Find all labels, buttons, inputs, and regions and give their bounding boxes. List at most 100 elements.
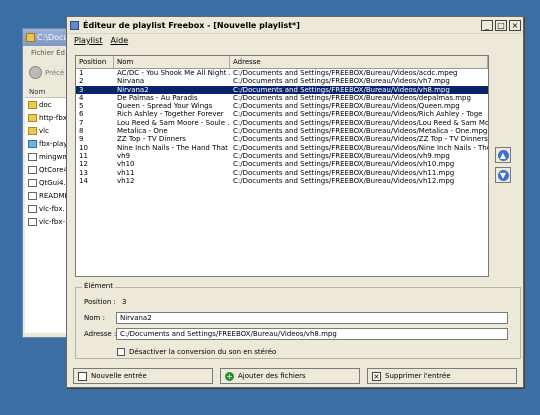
stereo-checkbox-label: Désactiver la conversion du son en stéré… [129,348,277,356]
menu-playlist[interactable]: Playlist [74,36,102,48]
cell-position: 12 [79,160,88,169]
table-row[interactable]: 7 Lou Reed & Sam Moore - Soule ... C:/Docu… [76,119,488,127]
explorer-item-name: http-fbx [39,113,67,122]
close-button[interactable]: × [509,19,521,31]
add-files-button[interactable]: + Ajouter des fichiers [220,368,360,384]
move-up-button[interactable]: ▲ [495,147,511,163]
delete-entry-button[interactable]: × Supprimer l'entrée [367,368,517,384]
cell-name: vh12 [117,176,135,185]
folder-icon [26,33,35,42]
explorer-item-name: vlc-fbx- [39,217,66,226]
col-adresse[interactable]: Adresse [230,56,488,68]
name-label: Nom : [84,314,105,322]
explorer-item-name: mingwm [39,152,70,161]
cell-address: C:/Documents and Settings/FREEBOX/Bureau… [233,135,488,144]
cell-address: C:/Documents and Settings/FREEBOX/Bureau… [233,176,455,185]
explorer-menu-file[interactable]: Fichier [31,49,54,57]
element-legend: Élément [82,282,115,290]
element-groupbox: Élément Position : 3 Nom : Nirvana2 Adre… [75,282,521,359]
new-entry-label: Nouvelle entrée [91,372,147,380]
table-row[interactable]: 8 Metalica - One C:/Documents and Settings… [76,127,488,135]
stereo-checkbox[interactable]: Désactiver la conversion du son en stéré… [117,348,276,356]
cell-position: 11 [79,151,88,160]
cell-address: C:/Documents and Settings/FREEBOX/Bureau… [233,168,455,177]
cell-name: Lou Reed & Sam Moore - Soule ... [117,118,230,127]
col-position[interactable]: Position [76,56,114,68]
cell-position: 1 [79,69,84,77]
new-entry-button[interactable]: Nouvelle entrée [73,368,213,384]
table-row[interactable]: 13 vh11 C:/Documents and Settings/FREEBOX/… [76,169,488,177]
window-title: Éditeur de playlist Freebox - [Nouvelle … [83,20,300,30]
cell-name: Rich Ashley - Together Forever [117,110,224,119]
new-document-icon [78,371,87,381]
back-arrow-icon [29,66,42,79]
folder-icon [28,126,37,135]
cell-name: vh10 [117,160,135,169]
explorer-item-name: vlc [39,126,49,135]
cell-position: 5 [79,102,84,111]
delete-entry-label: Supprimer l'entrée [385,372,451,380]
window-titlebar[interactable]: Éditeur de playlist Freebox - [Nouvelle … [67,17,523,34]
file-icon [28,204,37,213]
position-label: Position : [84,298,116,306]
cell-name: Nirvana2 [117,85,149,94]
file-icon [28,178,37,187]
cell-address: C:/Documents and Settings/FREEBOX/Bureau… [233,85,450,94]
explorer-back-label: Précé [45,68,65,77]
table-row[interactable]: 9 ZZ Top - TV Dinners C:/Documents and Set… [76,135,488,143]
table-row[interactable]: 6 Rich Ashley - Together Forever C:/Docume… [76,110,488,118]
position-value: 3 [122,298,127,306]
cell-position: 13 [79,168,88,177]
cell-position: 4 [79,93,84,102]
move-down-button[interactable]: ▼ [495,167,511,183]
cell-name: ZZ Top - TV Dinners [117,135,186,144]
explorer-item-name: QtCore4 [39,165,68,174]
explorer-item-name: README [39,191,69,200]
menu-aide[interactable]: Aide [110,36,128,48]
add-files-label: Ajouter des fichiers [238,372,306,380]
cell-name: Queen - Spread Your Wings [117,102,213,111]
explorer-item-name: QtGui4. [39,178,66,187]
table-header: Position Nom Adresse [76,56,488,69]
table-row[interactable]: 5 Queen - Spread Your Wings C:/Documents a… [76,102,488,110]
cell-address: C:/Documents and Settings/FREEBOX/Bureau… [233,118,488,127]
cell-position: 3 [79,85,84,94]
app-icon [70,20,79,30]
table-row[interactable]: 14 vh12 C:/Documents and Settings/FREEBOX/… [76,177,488,185]
name-input[interactable]: Nirvana2 [116,312,508,324]
cell-position: 9 [79,135,84,144]
table-row[interactable]: 4 De Palmas - Au Paradis C:/Documents and … [76,94,488,102]
menubar: Playlist Aide [67,34,523,48]
cell-address: C:/Documents and Settings/FREEBOX/Bureau… [233,77,450,86]
arrow-down-icon: ▼ [497,169,509,181]
explorer-title: C:\Docu [37,33,69,42]
cell-position: 7 [79,118,84,127]
minimize-button[interactable]: _ [481,19,493,31]
cell-name: De Palmas - Au Paradis [117,93,198,102]
table-row[interactable]: 12 vh10 C:/Documents and Settings/FREEBOX/… [76,160,488,168]
cell-name: Metalica - One [117,127,168,136]
address-input[interactable]: C:/Documents and Settings/FREEBOX/Bureau… [116,328,508,340]
maximize-button[interactable]: □ [495,19,507,31]
table-row[interactable]: 1 AC/DC - You Shook Me All Night ... C:/Do… [76,69,488,77]
cell-name: AC/DC - You Shook Me All Night ... [117,69,230,77]
cell-address: C:/Documents and Settings/FREEBOX/Bureau… [233,93,471,102]
cell-position: 14 [79,176,88,185]
explorer-menu-edit[interactable]: Éd [56,49,65,57]
cell-address: C:/Documents and Settings/FREEBOX/Bureau… [233,160,455,169]
table-row[interactable]: 10 Nine Inch Nails - The Hand That ... C:/… [76,144,488,152]
col-nom[interactable]: Nom [114,56,230,68]
add-icon: + [225,371,234,381]
table-row[interactable]: 2 Nirvana C:/Documents and Settings/FREEBO… [76,77,488,85]
cell-address: C:/Documents and Settings/FREEBOX/Bureau… [233,127,488,136]
cell-address: C:/Documents and Settings/FREEBOX/Bureau… [233,69,458,77]
playlist-table[interactable]: Position Nom Adresse 1 AC/DC - You Shook … [75,55,489,277]
checkbox-box[interactable] [117,348,125,356]
explorer-item-name: vlc-fbx. [39,204,65,213]
file-icon [28,152,37,161]
file-icon [28,165,37,174]
table-row[interactable]: 11 vh9 C:/Documents and Settings/FREEBOX/B… [76,152,488,160]
table-row[interactable]: 3 Nirvana2 C:/Documents and Settings/FREEB… [76,85,488,94]
cell-address: C:/Documents and Settings/FREEBOX/Bureau… [233,102,460,111]
folder-icon [28,113,37,122]
